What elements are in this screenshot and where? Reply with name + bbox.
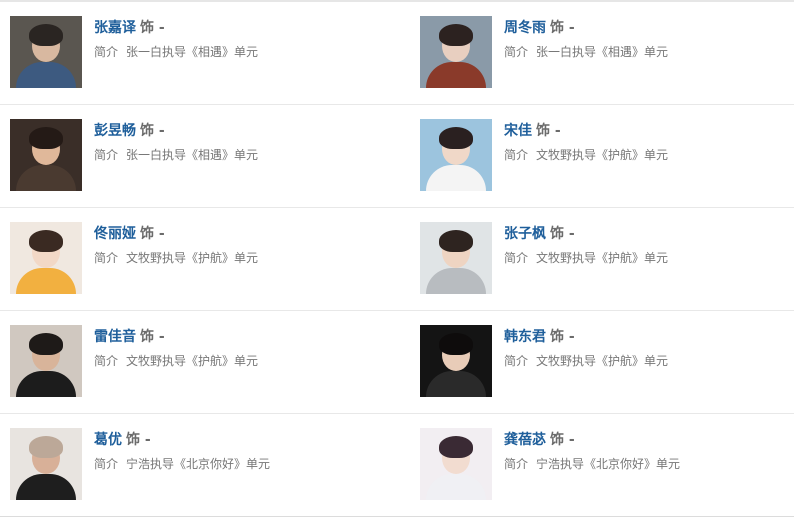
photo-hair bbox=[29, 333, 63, 355]
intro-text: 宁浩执导《北京你好》单元 bbox=[536, 457, 681, 471]
intro-text: 文牧野执导《护航》单元 bbox=[536, 251, 669, 265]
role-label: 饰 - bbox=[550, 432, 575, 448]
actor-photo[interactable] bbox=[420, 222, 492, 294]
photo-hair bbox=[439, 436, 473, 458]
photo-hair bbox=[29, 127, 63, 149]
name-line: 龚蓓苾饰 - bbox=[504, 429, 774, 451]
actor-name-link[interactable]: 宋佳 bbox=[504, 123, 532, 139]
cast-row: 彭昱畅饰 - 简介 张一白执导《相遇》单元 宋佳饰 - 简介 文牧野执导《护航》单元 bbox=[0, 105, 794, 208]
photo-hair bbox=[29, 436, 63, 458]
intro-line: 简介 宁浩执导《北京你好》单元 bbox=[94, 455, 364, 473]
intro-text: 文牧野执导《护航》单元 bbox=[536, 148, 669, 162]
photo-hair bbox=[29, 230, 63, 252]
actor-photo[interactable] bbox=[420, 119, 492, 191]
intro-text: 宁浩执导《北京你好》单元 bbox=[126, 457, 271, 471]
actor-info: 雷佳音饰 - 简介 文牧野执导《护航》单元 bbox=[94, 326, 364, 370]
intro-line: 简介 文牧野执导《护航》单元 bbox=[504, 352, 774, 370]
intro-label: 简介 bbox=[504, 45, 529, 59]
intro-line: 简介 张一白执导《相遇》单元 bbox=[94, 146, 364, 164]
actor-info: 韩东君饰 - 简介 文牧野执导《护航》单元 bbox=[504, 326, 774, 370]
intro-line: 简介 宁浩执导《北京你好》单元 bbox=[504, 455, 774, 473]
actor-info: 张子枫饰 - 简介 文牧野执导《护航》单元 bbox=[504, 223, 774, 267]
photo-hair bbox=[29, 24, 63, 46]
intro-label: 简介 bbox=[504, 354, 529, 368]
intro-line: 简介 文牧野执导《护航》单元 bbox=[504, 249, 774, 267]
intro-line: 简介 张一白执导《相遇》单元 bbox=[94, 43, 364, 61]
role-label: 饰 - bbox=[126, 432, 151, 448]
name-line: 彭昱畅饰 - bbox=[94, 120, 364, 142]
actor-photo[interactable] bbox=[420, 16, 492, 88]
role-label: 饰 - bbox=[550, 329, 575, 345]
intro-text: 文牧野执导《护航》单元 bbox=[126, 354, 259, 368]
intro-line: 简介 文牧野执导《护航》单元 bbox=[504, 146, 774, 164]
name-line: 张嘉译饰 - bbox=[94, 17, 364, 39]
role-label: 饰 - bbox=[140, 123, 165, 139]
name-line: 雷佳音饰 - bbox=[94, 326, 364, 348]
role-label: 饰 - bbox=[140, 226, 165, 242]
intro-text: 张一白执导《相遇》单元 bbox=[126, 45, 259, 59]
actor-info: 佟丽娅饰 - 简介 文牧野执导《护航》单元 bbox=[94, 223, 364, 267]
intro-line: 简介 张一白执导《相遇》单元 bbox=[504, 43, 774, 61]
name-line: 宋佳饰 - bbox=[504, 120, 774, 142]
cast-row: 张嘉译饰 - 简介 张一白执导《相遇》单元 周冬雨饰 - 简介 张一白执导《相遇》单元 bbox=[0, 2, 794, 105]
actor-name-link[interactable]: 周冬雨 bbox=[504, 20, 546, 36]
actor-name-link[interactable]: 彭昱畅 bbox=[94, 123, 136, 139]
actor-name-link[interactable]: 葛优 bbox=[94, 432, 122, 448]
role-label: 饰 - bbox=[550, 20, 575, 36]
photo-hair bbox=[439, 127, 473, 149]
actor-info: 宋佳饰 - 简介 文牧野执导《护航》单元 bbox=[504, 120, 774, 164]
name-line: 佟丽娅饰 - bbox=[94, 223, 364, 245]
cast-row: 葛优饰 - 简介 宁浩执导《北京你好》单元 龚蓓苾饰 - 简介 宁浩执导《北京你好》单元 bbox=[0, 414, 794, 517]
intro-label: 简介 bbox=[94, 354, 119, 368]
intro-text: 文牧野执导《护航》单元 bbox=[536, 354, 669, 368]
actor-photo[interactable] bbox=[10, 16, 82, 88]
name-line: 葛优饰 - bbox=[94, 429, 364, 451]
intro-line: 简介 文牧野执导《护航》单元 bbox=[94, 249, 364, 267]
role-label: 饰 - bbox=[140, 20, 165, 36]
actor-info: 葛优饰 - 简介 宁浩执导《北京你好》单元 bbox=[94, 429, 364, 473]
actor-info: 张嘉译饰 - 简介 张一白执导《相遇》单元 bbox=[94, 17, 364, 61]
actor-info: 龚蓓苾饰 - 简介 宁浩执导《北京你好》单元 bbox=[504, 429, 774, 473]
cast-row: 雷佳音饰 - 简介 文牧野执导《护航》单元 韩东君饰 - 简介 文牧野执导《护航》单元 bbox=[0, 311, 794, 414]
actor-name-link[interactable]: 张子枫 bbox=[504, 226, 546, 242]
intro-text: 文牧野执导《护航》单元 bbox=[126, 251, 259, 265]
intro-text: 张一白执导《相遇》单元 bbox=[126, 148, 259, 162]
intro-label: 简介 bbox=[94, 148, 119, 162]
role-label: 饰 - bbox=[536, 123, 561, 139]
role-label: 饰 - bbox=[550, 226, 575, 242]
actor-photo[interactable] bbox=[10, 325, 82, 397]
actor-photo[interactable] bbox=[10, 428, 82, 500]
photo-hair bbox=[439, 333, 473, 355]
role-label: 饰 - bbox=[140, 329, 165, 345]
intro-label: 简介 bbox=[94, 457, 119, 471]
photo-hair bbox=[439, 230, 473, 252]
cast-list: 张嘉译饰 - 简介 张一白执导《相遇》单元 周冬雨饰 - 简介 张一白执导《相遇》单元 彭昱… bbox=[0, 2, 794, 517]
actor-info: 彭昱畅饰 - 简介 张一白执导《相遇》单元 bbox=[94, 120, 364, 164]
actor-name-link[interactable]: 雷佳音 bbox=[94, 329, 136, 345]
name-line: 张子枫饰 - bbox=[504, 223, 774, 245]
actor-photo[interactable] bbox=[420, 428, 492, 500]
cast-row: 佟丽娅饰 - 简介 文牧野执导《护航》单元 张子枫饰 - 简介 文牧野执导《护航》单元 bbox=[0, 208, 794, 311]
actor-name-link[interactable]: 佟丽娅 bbox=[94, 226, 136, 242]
intro-label: 简介 bbox=[94, 251, 119, 265]
photo-hair bbox=[439, 24, 473, 46]
name-line: 周冬雨饰 - bbox=[504, 17, 774, 39]
name-line: 韩东君饰 - bbox=[504, 326, 774, 348]
intro-label: 简介 bbox=[504, 251, 529, 265]
intro-line: 简介 文牧野执导《护航》单元 bbox=[94, 352, 364, 370]
actor-info: 周冬雨饰 - 简介 张一白执导《相遇》单元 bbox=[504, 17, 774, 61]
intro-label: 简介 bbox=[94, 45, 119, 59]
intro-text: 张一白执导《相遇》单元 bbox=[536, 45, 669, 59]
intro-label: 简介 bbox=[504, 457, 529, 471]
intro-label: 简介 bbox=[504, 148, 529, 162]
actor-name-link[interactable]: 龚蓓苾 bbox=[504, 432, 546, 448]
actor-photo[interactable] bbox=[10, 119, 82, 191]
actor-photo[interactable] bbox=[420, 325, 492, 397]
actor-name-link[interactable]: 韩东君 bbox=[504, 329, 546, 345]
actor-name-link[interactable]: 张嘉译 bbox=[94, 20, 136, 36]
actor-photo[interactable] bbox=[10, 222, 82, 294]
